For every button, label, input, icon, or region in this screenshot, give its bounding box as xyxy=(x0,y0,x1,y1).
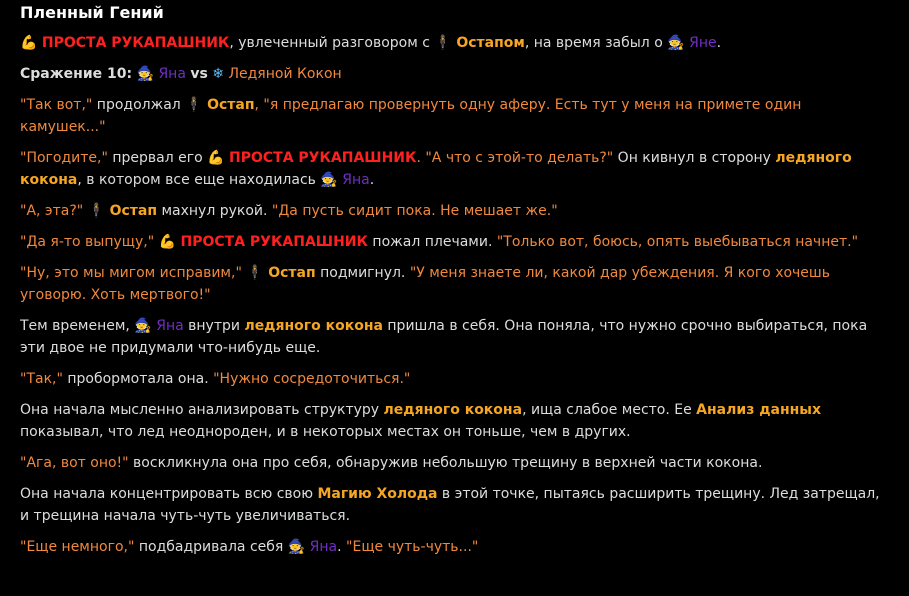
battle-label: Сражение 10: xyxy=(20,66,133,82)
paragraph-6: "Ну, это мы мигом исправим," 🕴 Остап под… xyxy=(20,262,890,306)
muscle-icon: 💪 xyxy=(207,150,225,166)
yana-icon: 🧙 xyxy=(320,172,338,188)
quote: "Нужно сосредоточиться." xyxy=(213,371,411,387)
text: , в котором все еще находилась xyxy=(77,172,321,188)
quote: "А, эта?" xyxy=(20,203,84,219)
paragraph-8: "Так," пробормотала она. "Нужно сосредот… xyxy=(20,368,890,390)
warrior-name: ПРОСТА РУКАПАШНИК xyxy=(41,35,230,51)
ostap-icon: 🕴 xyxy=(434,35,452,51)
text: , на время забыл о xyxy=(524,35,668,51)
text: . xyxy=(716,35,722,51)
text: Он кивнул в сторону xyxy=(613,150,776,166)
yana-name: Яна xyxy=(156,318,184,334)
story-title: Пленный Гений xyxy=(20,3,164,22)
quote: "Так," xyxy=(20,371,63,387)
highlight: Магию Холода xyxy=(317,486,438,502)
text: прервал его xyxy=(107,150,208,166)
quote: "Да пусть сидит пока. Не мешает же." xyxy=(271,203,558,219)
paragraph-10: "Ага, вот оно!" воскликнула она про себя… xyxy=(20,452,890,474)
yana-icon: 🧙 xyxy=(136,66,154,82)
highlight: ледяного кокона xyxy=(383,402,523,418)
yana-icon: 🧙 xyxy=(287,539,306,555)
paragraph-5: "Да я-то выпущу," 💪 ПРОСТА РУКАПАШНИК по… xyxy=(20,231,890,253)
text: показывал, что лед неоднороден, и в неко… xyxy=(20,424,631,440)
text: продолжал xyxy=(92,97,186,113)
highlight: ледяного кокона xyxy=(244,318,383,334)
text: внутри xyxy=(183,318,245,334)
quote: "Только вот, боюсь, опять выебываться на… xyxy=(496,234,859,250)
snowflake-icon: ❄ xyxy=(212,66,225,82)
ostap-icon: 🕴 xyxy=(87,203,106,219)
text: пожал плечами. xyxy=(367,234,497,250)
yana-icon: 🧙 xyxy=(134,318,152,334)
muscle-icon: 💪 xyxy=(20,35,38,51)
yana-name: Яна xyxy=(342,172,370,188)
text: махнул рукой. xyxy=(157,203,272,219)
text: , ища слабое место. Ее xyxy=(522,402,697,418)
story-container: Пленный Гений 💪 ПРОСТА РУКАПАШНИК, увлеч… xyxy=(0,0,890,558)
yana-name: Яне xyxy=(689,35,717,51)
cocoon-name: Ледяной Кокон xyxy=(228,66,342,82)
vs-label: vs xyxy=(190,66,208,82)
quote: "Погодите," xyxy=(20,150,108,166)
ostap-name: Остап xyxy=(207,97,255,113)
paragraph-1: 💪 ПРОСТА РУКАПАШНИК, увлеченный разговор… xyxy=(20,32,890,54)
quote: . "А что с этой-то делать?" xyxy=(416,150,614,166)
paragraph-2: "Так вот," продолжал 🕴 Остап, "я предлаг… xyxy=(20,94,890,138)
warrior-name: ПРОСТА РУКАПАШНИК xyxy=(180,234,368,250)
ostap-icon: 🕴 xyxy=(185,97,203,113)
ostap-name: Остап xyxy=(109,203,157,219)
quote: "Ага, вот оно!" xyxy=(20,455,129,471)
paragraph-12: "Еще немного," подбадривала себя 🧙 Яна. … xyxy=(20,536,890,558)
text: Она начала концентрировать всю свою xyxy=(20,486,318,502)
text: , увлеченный разговором с xyxy=(229,35,435,51)
quote: "Да я-то выпущу," xyxy=(20,234,155,250)
text: . xyxy=(337,539,347,555)
paragraph-9: Она начала мысленно анализировать структ… xyxy=(20,399,890,443)
paragraph-7: Тем временем, 🧙 Яна внутри ледяного коко… xyxy=(20,315,890,359)
highlight: Анализ данных xyxy=(696,402,821,418)
text: Она начала мысленно анализировать структ… xyxy=(20,402,384,418)
quote: "Так вот," xyxy=(20,97,93,113)
yana-icon: 🧙 xyxy=(667,35,685,51)
text: подмигнул. xyxy=(315,265,410,281)
paragraph-4: "А, эта?" 🕴 Остап махнул рукой. "Да пуст… xyxy=(20,200,890,222)
battle-header: Сражение 10: 🧙 Яна vs ❄ Ледяной Кокон xyxy=(20,63,890,85)
text: Тем временем, xyxy=(20,318,135,334)
paragraph-3: "Погодите," прервал его 💪 ПРОСТА РУКАПАШ… xyxy=(20,147,890,191)
ostap-name: Остапом xyxy=(456,35,525,51)
muscle-icon: 💪 xyxy=(158,234,177,250)
ostap-icon: 🕴 xyxy=(246,265,264,281)
yana-name: Яна xyxy=(309,539,338,555)
text: подбадривала себя xyxy=(134,539,288,555)
quote: "Еще немного," xyxy=(20,539,135,555)
text: пробормотала она. xyxy=(62,371,214,387)
yana-name: Яна xyxy=(158,66,186,82)
paragraph-11: Она начала концентрировать всю свою Маги… xyxy=(20,483,890,527)
warrior-name: ПРОСТА РУКАПАШНИК xyxy=(228,150,417,166)
text: воскликнула она про себя, обнаружив небо… xyxy=(128,455,763,471)
ostap-name: Остап xyxy=(268,265,316,281)
text: . xyxy=(369,172,375,188)
quote: "Еще чуть-чуть..." xyxy=(346,539,479,555)
quote: "Ну, это мы мигом исправим," xyxy=(20,265,242,281)
